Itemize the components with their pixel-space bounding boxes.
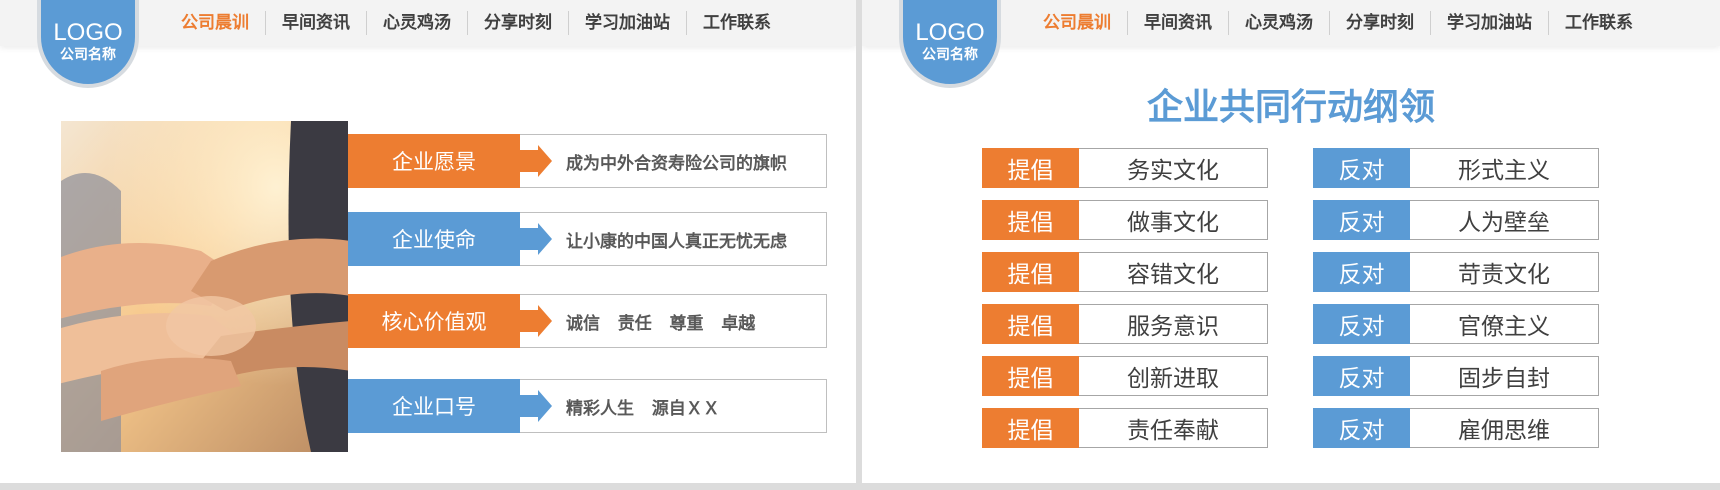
company-logo: LOGO 公司名称 (899, 0, 1001, 88)
oppose-label: 反对 (1313, 200, 1410, 240)
promote-item: 提倡 创新进取 (982, 356, 1268, 396)
oppose-label: 反对 (1313, 252, 1410, 292)
nav-item-sharing[interactable]: 分享时刻 (467, 11, 568, 35)
arrow-right-icon (520, 223, 552, 255)
oppose-value: 人为壁垒 (1410, 200, 1599, 240)
promote-label: 提倡 (982, 356, 1079, 396)
page-title: 企业共同行动纲领 (1146, 87, 1435, 128)
promote-label: 提倡 (982, 304, 1079, 344)
oppose-value: 固步自封 (1410, 356, 1599, 396)
company-logo: LOGO 公司名称 (37, 0, 139, 88)
oppose-item: 反对 固步自封 (1313, 356, 1599, 396)
promote-label: 提倡 (982, 200, 1079, 240)
promote-value: 务实文化 (1079, 148, 1268, 188)
promote-item: 提倡 务实文化 (982, 148, 1268, 188)
company-name: 公司名称 (60, 47, 116, 63)
promote-label: 提倡 (982, 148, 1079, 188)
oppose-item: 反对 苛责文化 (1313, 252, 1599, 292)
vision-tag: 企业愿景 (348, 134, 520, 188)
oppose-value: 形式主义 (1410, 148, 1599, 188)
oppose-value: 苛责文化 (1410, 252, 1599, 292)
nav-bar: 公司晨训 早间资讯 心灵鸡汤 分享时刻 学习加油站 工作联系 (1027, 0, 1649, 46)
vision-text: 成为中外合资寿险公司的旗帜 (566, 153, 787, 174)
nav-item-contact[interactable]: 工作联系 (686, 11, 787, 35)
promote-value: 做事文化 (1079, 200, 1268, 240)
arrow-right-icon (520, 145, 552, 177)
oppose-item: 反对 形式主义 (1313, 148, 1599, 188)
oppose-label: 反对 (1313, 148, 1410, 188)
vision-row: 企业愿景 成为中外合资寿险公司的旗帜 (348, 134, 827, 188)
promote-item: 提倡 责任奉献 (982, 408, 1268, 448)
promote-item: 提倡 容错文化 (982, 252, 1268, 292)
nav-item-sharing[interactable]: 分享时刻 (1329, 11, 1430, 35)
slide-right: 公司晨训 早间资讯 心灵鸡汤 分享时刻 学习加油站 工作联系 LOGO 公司名称… (862, 0, 1720, 483)
nav-item-morning-training[interactable]: 公司晨训 (1027, 11, 1127, 35)
arrow-right-icon (520, 305, 552, 337)
nav-item-morning-news[interactable]: 早间资讯 (265, 11, 366, 35)
oppose-label: 反对 (1313, 356, 1410, 396)
oppose-value: 官僚主义 (1410, 304, 1599, 344)
promote-value: 创新进取 (1079, 356, 1268, 396)
nav-bar: 公司晨训 早间资讯 心灵鸡汤 分享时刻 学习加油站 工作联系 (165, 0, 787, 46)
arrow-right-icon (520, 390, 552, 422)
teamwork-hands-photo (61, 121, 348, 452)
nav-item-morning-news[interactable]: 早间资讯 (1127, 11, 1228, 35)
nav-item-learning[interactable]: 学习加油站 (1430, 11, 1548, 35)
logo-text: LOGO (915, 19, 985, 46)
oppose-item: 反对 官僚主义 (1313, 304, 1599, 344)
slogan-text: 精彩人生 源自ＸＸ (566, 398, 720, 419)
values-row: 核心价值观 诚信 责任 尊重 卓越 (348, 294, 827, 348)
slide-left: 公司晨训 早间资讯 心灵鸡汤 分享时刻 学习加油站 工作联系 LOGO 公司名称 (0, 0, 856, 483)
oppose-label: 反对 (1313, 304, 1410, 344)
nav-item-contact[interactable]: 工作联系 (1548, 11, 1649, 35)
slogan-row: 企业口号 精彩人生 源自ＸＸ (348, 379, 827, 433)
promote-item: 提倡 做事文化 (982, 200, 1268, 240)
oppose-item: 反对 雇佣思维 (1313, 408, 1599, 448)
mission-row: 企业使命 让小康的中国人真正无忧无虑 (348, 212, 827, 266)
mission-tag: 企业使命 (348, 212, 520, 266)
mission-text: 让小康的中国人真正无忧无虑 (566, 231, 787, 252)
slogan-tag: 企业口号 (348, 379, 520, 433)
promote-label: 提倡 (982, 408, 1079, 448)
oppose-value: 雇佣思维 (1410, 408, 1599, 448)
nav-item-morning-training[interactable]: 公司晨训 (165, 11, 265, 35)
values-tag: 核心价值观 (348, 294, 520, 348)
promote-item: 提倡 服务意识 (982, 304, 1268, 344)
oppose-label: 反对 (1313, 408, 1410, 448)
promote-value: 服务意识 (1079, 304, 1268, 344)
company-name: 公司名称 (922, 47, 978, 63)
nav-item-soul-soup[interactable]: 心灵鸡汤 (366, 11, 467, 35)
oppose-item: 反对 人为壁垒 (1313, 200, 1599, 240)
promote-value: 责任奉献 (1079, 408, 1268, 448)
logo-text: LOGO (53, 19, 123, 46)
values-text: 诚信 责任 尊重 卓越 (566, 313, 756, 334)
promote-value: 容错文化 (1079, 252, 1268, 292)
nav-item-soul-soup[interactable]: 心灵鸡汤 (1228, 11, 1329, 35)
promote-label: 提倡 (982, 252, 1079, 292)
nav-item-learning[interactable]: 学习加油站 (568, 11, 686, 35)
